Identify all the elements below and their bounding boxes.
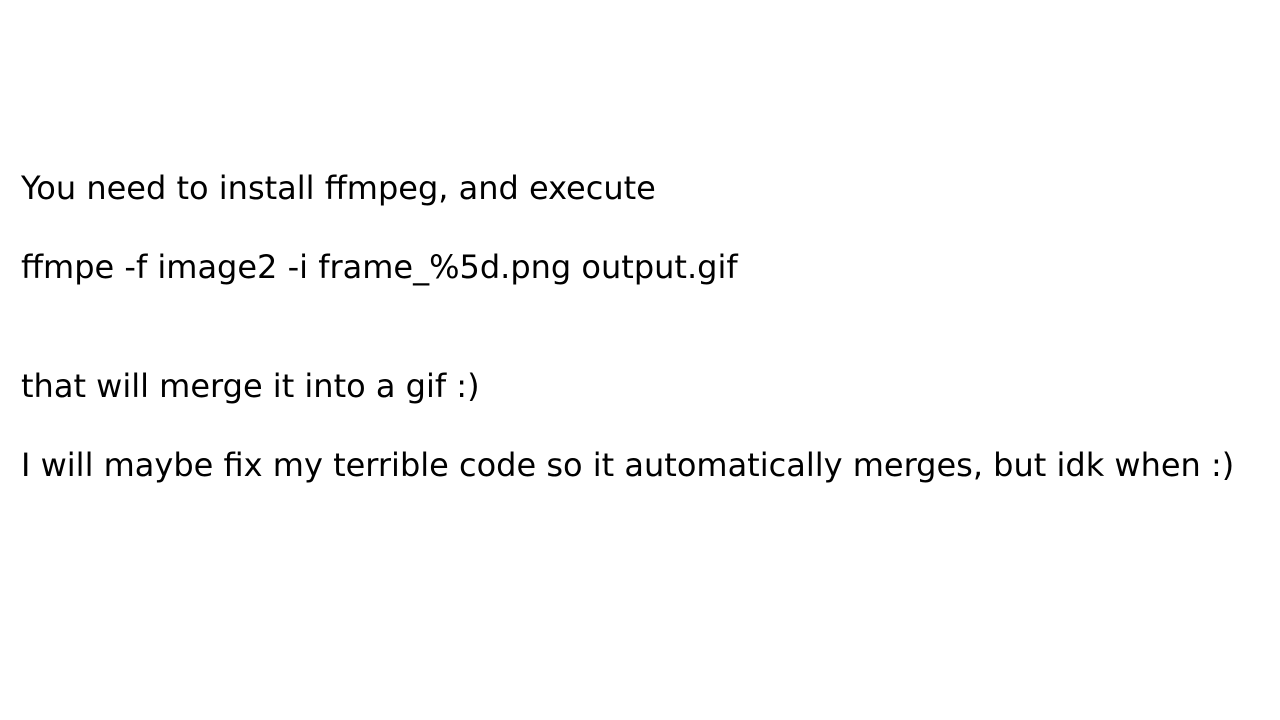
merge-explanation-text: that will merge it into a gif :) bbox=[21, 367, 480, 405]
future-fix-note-text: I will maybe fix my terrible code so it … bbox=[21, 446, 1235, 484]
install-instruction-text: You need to install ffmpeg, and execute bbox=[21, 169, 656, 207]
ffmpeg-command-text: ffmpe -f image2 -i frame_%5d.png output.… bbox=[21, 248, 738, 286]
message-page: You need to install ffmpeg, and execute … bbox=[0, 0, 1280, 720]
